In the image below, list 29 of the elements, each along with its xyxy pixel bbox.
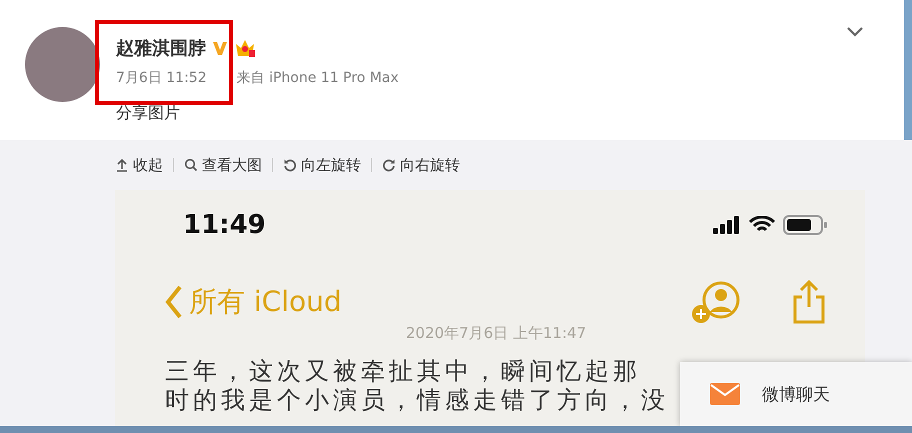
toolbar-button[interactable]: 收起	[115, 156, 163, 174]
rotate-right-icon	[382, 158, 396, 172]
upload-icon	[115, 158, 129, 172]
toolbar-button[interactable]: 查看大图	[184, 156, 262, 174]
chevron-down-icon[interactable]	[846, 26, 864, 38]
share-icon[interactable]	[791, 280, 827, 324]
status-clock: 11:49	[183, 210, 266, 240]
note-text-line: 时的我是个小演员，情感走错了方向，没	[165, 386, 669, 415]
add-person-icon[interactable]	[691, 280, 741, 324]
verified-icon	[212, 40, 228, 56]
scrollbar[interactable]	[904, 0, 912, 140]
note-text-line: 三年，这次又被牵扯其中，瞬间忆起那	[165, 357, 641, 386]
post-text: 分享图片	[116, 103, 181, 124]
post-source: 来自 iPhone 11 Pro Max	[236, 69, 399, 87]
note-date: 2020年7月6日 上午11:47	[404, 324, 588, 343]
toolbar-button[interactable]: 向左旋转	[283, 156, 361, 174]
chat-label: 微博聊天	[762, 384, 830, 406]
author-name[interactable]: 赵雅淇围脖	[116, 36, 206, 60]
crown-icon	[234, 38, 256, 58]
search-icon	[184, 158, 198, 172]
post-time[interactable]: 7月6日 11:52	[116, 69, 207, 87]
rotate-left-icon	[283, 158, 297, 172]
toolbar-button[interactable]: 向右旋转	[382, 156, 460, 174]
chat-toast[interactable]: 微博聊天	[680, 362, 912, 426]
wifi-icon	[749, 216, 775, 234]
mail-icon	[710, 383, 740, 405]
chevron-left-icon	[165, 285, 183, 319]
signal-icon	[713, 216, 741, 234]
battery-icon	[783, 215, 827, 235]
